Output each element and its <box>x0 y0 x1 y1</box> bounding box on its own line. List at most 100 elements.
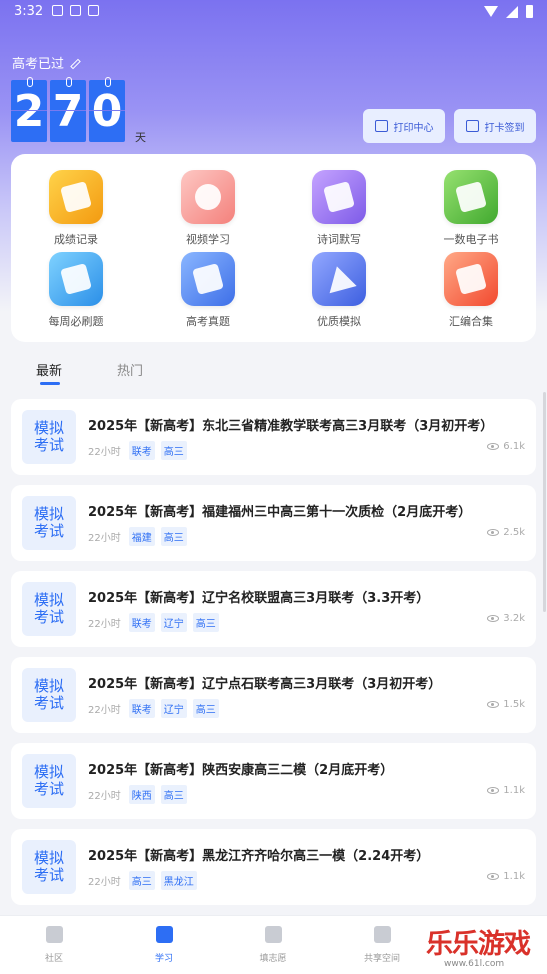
notification-icon <box>52 5 63 16</box>
feature-label: 每周必刷题 <box>48 315 104 328</box>
feature-label: 汇编合集 <box>449 315 493 328</box>
pen-icon <box>312 170 366 224</box>
article-time: 22小时 <box>88 705 121 716</box>
edit-icon[interactable] <box>70 58 81 69</box>
badge-line: 考试 <box>33 866 64 884</box>
feature-label: 高考真题 <box>186 315 230 328</box>
badge-line: 考试 <box>33 436 64 454</box>
feature-label: 诗词默写 <box>317 233 361 246</box>
article-meta: 22小时 联考 辽宁 高三 <box>88 699 219 718</box>
article-tag: 高三 <box>160 441 187 460</box>
article-tag: 联考 <box>128 699 155 718</box>
countdown-digit: 7 <box>50 77 86 142</box>
tab-latest[interactable]: 最新 <box>36 360 62 379</box>
feature-video-study[interactable]: 视频学习 <box>163 170 253 247</box>
article-tag: 高三 <box>192 699 219 718</box>
watermark-text: 乐乐游戏 <box>426 929 531 960</box>
article-tag: 辽宁 <box>160 613 187 632</box>
article-time: 22小时 <box>88 619 121 630</box>
list-item[interactable]: 模拟 考试 2025年【新高考】黑龙江齐齐哈尔高三一模（2.24开考） 22小时 … <box>11 829 536 905</box>
feature-weekly-practice[interactable]: 每周必刷题 <box>31 252 121 329</box>
wifi-icon <box>484 6 498 17</box>
badge-line: 模拟 <box>33 505 64 523</box>
calendar-icon <box>465 120 479 132</box>
exam-type-badge: 模拟 考试 <box>22 410 76 464</box>
article-list[interactable]: 模拟 考试 2025年【新高考】东北三省精准教学联考高三3月联考（3月初开考） 2… <box>0 390 547 915</box>
article-title: 2025年【新高考】东北三省精准教学联考高三3月联考（3月初开考） <box>88 419 494 434</box>
article-tag: 陕西 <box>128 785 155 804</box>
feature-score-record[interactable]: 成绩记录 <box>31 170 121 247</box>
content-tabs: 最新 热门 <box>0 352 547 390</box>
signal-icon <box>506 5 518 18</box>
exam-type-badge: 模拟 考试 <box>22 582 76 636</box>
view-count: 6.1k <box>503 441 525 452</box>
mail-icon <box>70 5 81 16</box>
feature-ebook[interactable]: 一数电子书 <box>426 170 516 247</box>
nav-community[interactable]: 社区 <box>14 926 94 964</box>
feature-compilation[interactable]: 汇编合集 <box>426 252 516 329</box>
list-item[interactable]: 模拟 考试 2025年【新高考】福建福州三中高三第十一次质检（2月底开考） 22小… <box>11 485 536 561</box>
countdown-unit: 天 <box>135 131 146 144</box>
list-item[interactable]: 模拟 考试 2025年【新高考】东北三省精准教学联考高三3月联考（3月初开考） 2… <box>11 399 536 475</box>
article-tag: 高三 <box>160 527 187 546</box>
scroll-icon <box>181 252 235 306</box>
video-icon <box>181 170 235 224</box>
article-tag: 联考 <box>128 441 155 460</box>
badge-line: 考试 <box>33 522 64 540</box>
home-icon <box>45 926 63 943</box>
article-title: 2025年【新高考】福建福州三中高三第十一次质检（2月底开考） <box>88 505 472 520</box>
badge-line: 模拟 <box>33 419 64 437</box>
countdown-header[interactable]: 高考已过 <box>12 53 81 72</box>
exam-type-badge: 模拟 考试 <box>22 496 76 550</box>
printer-icon <box>374 120 388 132</box>
paper-icon <box>49 252 103 306</box>
folder-icon <box>373 926 391 943</box>
countdown-digit: 0 <box>89 77 125 142</box>
print-center-button[interactable]: 打印中心 <box>363 109 445 143</box>
article-meta: 22小时 联考 辽宁 高三 <box>88 613 219 632</box>
play-icon <box>88 5 99 16</box>
nav-study[interactable]: 学习 <box>124 926 204 964</box>
eye-icon <box>487 787 500 794</box>
badge-line: 模拟 <box>33 677 64 695</box>
article-views: 3.2k <box>487 613 525 624</box>
site-watermark: 乐乐游戏 www.61l.com <box>426 922 547 974</box>
scrollbar[interactable] <box>543 392 546 612</box>
nav-application[interactable]: 填志愿 <box>233 926 313 964</box>
feature-quality-mock[interactable]: 优质模拟 <box>294 252 384 329</box>
tab-hot[interactable]: 热门 <box>117 360 143 379</box>
checkin-button[interactable]: 打卡签到 <box>454 109 536 143</box>
study-icon <box>155 926 173 943</box>
feature-label: 视频学习 <box>186 233 230 246</box>
eye-icon <box>487 443 500 450</box>
exam-type-badge: 模拟 考试 <box>22 840 76 894</box>
article-tag: 高三 <box>128 871 155 890</box>
article-tag: 高三 <box>192 613 219 632</box>
print-center-label: 打印中心 <box>393 122 434 134</box>
view-count: 1.1k <box>503 871 525 882</box>
list-item[interactable]: 模拟 考试 2025年【新高考】辽宁名校联盟高三3月联考（3.3开考） 22小时 … <box>11 571 536 647</box>
status-notification-icons <box>52 5 99 16</box>
eye-icon <box>487 529 500 536</box>
countdown-digits: 2 7 0 <box>11 77 125 142</box>
badge-line: 模拟 <box>33 849 64 867</box>
badge-line: 模拟 <box>33 591 64 609</box>
books-icon <box>444 252 498 306</box>
badge-line: 模拟 <box>33 763 64 781</box>
view-count: 2.5k <box>503 527 525 538</box>
list-item[interactable]: 模拟 考试 2025年【新高考】陕西安康高三二模（2月底开考） 22小时 陕西 高… <box>11 743 536 819</box>
feature-poetry-dictation[interactable]: 诗词默写 <box>294 170 384 247</box>
eye-icon <box>487 615 500 622</box>
nav-shared-space[interactable]: 共享空间 <box>342 926 422 964</box>
nav-label: 社区 <box>44 954 63 964</box>
feature-past-exams[interactable]: 高考真题 <box>163 252 253 329</box>
list-item[interactable]: 模拟 考试 2025年【新高考】辽宁点石联考高三3月联考（3月初开考） 22小时 … <box>11 657 536 733</box>
battery-icon <box>526 5 533 18</box>
book-icon <box>444 170 498 224</box>
article-tag: 高三 <box>160 785 187 804</box>
feature-label: 优质模拟 <box>317 315 361 328</box>
nav-label: 学习 <box>154 954 173 964</box>
view-count: 3.2k <box>503 613 525 624</box>
article-tag: 辽宁 <box>160 699 187 718</box>
article-views: 2.5k <box>487 527 525 538</box>
